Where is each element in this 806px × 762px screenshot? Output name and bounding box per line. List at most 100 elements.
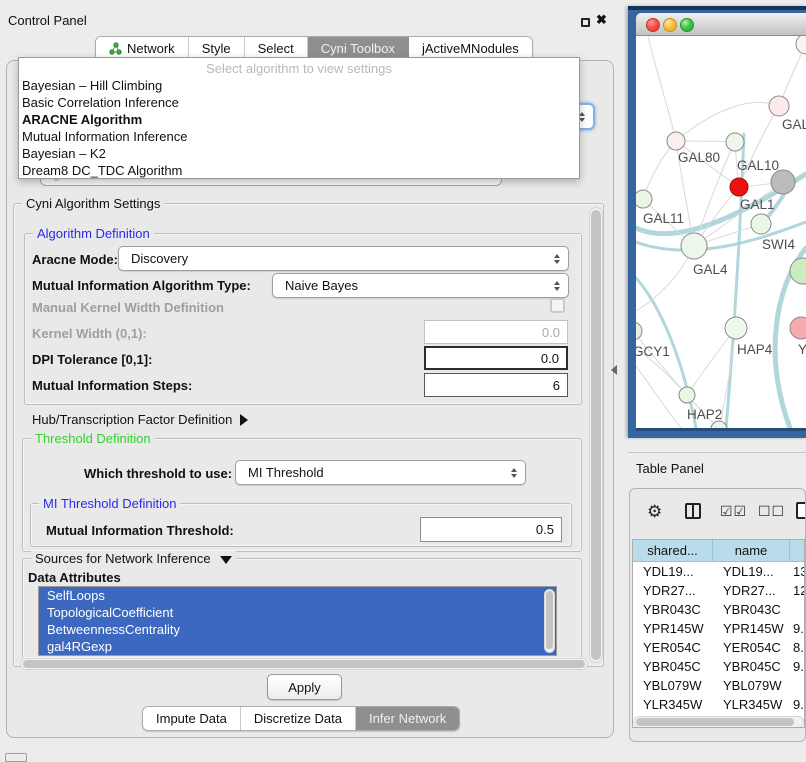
node-label: GCY1 bbox=[636, 344, 670, 359]
network-node[interactable] bbox=[636, 190, 652, 208]
node-label: Y bbox=[798, 342, 806, 357]
table-cell: YDR27... bbox=[633, 581, 713, 600]
table-cell bbox=[790, 600, 805, 619]
inference-algorithm-combo-fragment[interactable] bbox=[578, 103, 595, 130]
column-header-a[interactable]: A bbox=[790, 540, 805, 561]
table-cell: 9. bbox=[790, 695, 805, 714]
table-row[interactable]: YLR345WYLR345W9. bbox=[633, 695, 805, 714]
network-node[interactable] bbox=[751, 214, 771, 234]
unchecked-pair-icon[interactable]: ☐☐ bbox=[758, 503, 785, 520]
algorithm-combo-placeholder: Select algorithm to view settings bbox=[19, 60, 579, 77]
algorithm-option-bayesian-k2[interactable]: Bayesian – K2 bbox=[19, 145, 579, 162]
tab-label: Select bbox=[258, 41, 294, 56]
settings-horizontal-scrollbar[interactable] bbox=[20, 658, 588, 670]
table-row[interactable]: YBR043CYBR043C bbox=[633, 600, 805, 619]
hub-definition-toggle[interactable]: Hub/Transcription Factor Definition bbox=[32, 412, 248, 427]
mi-steps-field[interactable]: 6 bbox=[424, 373, 568, 397]
mi-threshold-field[interactable]: 0.5 bbox=[420, 517, 562, 542]
network-node[interactable] bbox=[679, 387, 695, 403]
network-node[interactable] bbox=[769, 96, 789, 116]
cyni-bottom-tabbar: Impute DataDiscretize Data Infer Network bbox=[142, 706, 460, 731]
minimize-window-icon[interactable] bbox=[663, 18, 677, 32]
column-header-name[interactable]: name bbox=[713, 540, 790, 561]
canvas-bottom-shadow bbox=[636, 428, 806, 431]
table-row[interactable]: YDL19...YDL19...13 bbox=[633, 562, 805, 581]
network-node[interactable] bbox=[790, 317, 806, 339]
algorithm-option-dream8-dc-tdc-algorithm[interactable]: Dream8 DC_TDC Algorithm bbox=[19, 162, 579, 179]
attribute-list-scrollbar-thumb[interactable] bbox=[546, 591, 553, 649]
network-node[interactable] bbox=[636, 322, 642, 340]
checked-pair-icon[interactable]: ☑☑ bbox=[720, 503, 747, 520]
which-threshold-combo[interactable]: MI Threshold bbox=[235, 460, 526, 485]
network-edge bbox=[643, 141, 676, 199]
network-node[interactable] bbox=[711, 421, 727, 428]
network-node[interactable] bbox=[667, 132, 685, 150]
mi-algorithm-type-label: Mutual Information Algorithm Type: bbox=[32, 278, 251, 293]
attribute-list-scrollbar[interactable] bbox=[544, 589, 555, 653]
aracne-mode-value: Discovery bbox=[131, 251, 188, 266]
network-node[interactable] bbox=[796, 36, 806, 54]
network-edge bbox=[648, 36, 676, 141]
table-cell: YDL19... bbox=[633, 562, 713, 581]
threshold-definition-title: Threshold Definition bbox=[31, 431, 155, 447]
close-panel-icon[interactable]: ✖ bbox=[596, 12, 607, 28]
data-attributes-list[interactable]: SelfLoopsTopologicalCoefficientBetweenne… bbox=[38, 586, 557, 656]
network-node[interactable] bbox=[790, 258, 806, 284]
table-cell: YBR043C bbox=[713, 600, 790, 619]
mi-algorithm-type-combo[interactable]: Naive Bayes bbox=[272, 273, 569, 298]
network-icon bbox=[109, 42, 122, 55]
table-row[interactable]: YBL079WYBL079W bbox=[633, 676, 805, 695]
network-node[interactable] bbox=[726, 133, 744, 151]
split-columns-icon[interactable] bbox=[685, 503, 701, 519]
data-attribute-betweennesscentrality[interactable]: BetweennessCentrality bbox=[39, 621, 556, 638]
tab-impute-data[interactable]: Impute Data bbox=[143, 707, 241, 730]
column-header-shared[interactable]: shared... bbox=[633, 540, 713, 561]
network-node[interactable] bbox=[771, 170, 795, 194]
sources-group-title[interactable]: Sources for Network Inference bbox=[31, 551, 236, 567]
settings-vertical-scrollbar[interactable] bbox=[589, 207, 603, 663]
table-row[interactable]: YER054CYER054C8. bbox=[633, 638, 805, 657]
tab-infer-network[interactable]: Infer Network bbox=[356, 707, 459, 730]
aracne-mode-combo[interactable]: Discovery bbox=[118, 246, 569, 271]
collapsed-arrow-icon bbox=[240, 414, 248, 426]
settings-vertical-scrollbar-thumb[interactable] bbox=[591, 210, 601, 660]
table-cell: YBR045C bbox=[713, 657, 790, 676]
algorithm-option-basic-correlation-inference[interactable]: Basic Correlation Inference bbox=[19, 94, 579, 111]
network-node[interactable] bbox=[730, 178, 748, 196]
settings-horizontal-scrollbar-thumb[interactable] bbox=[23, 660, 585, 668]
network-canvas[interactable]: GAL80GAL10GAL1GAL11SWI4GAL4GCY1HAP4YHAP2… bbox=[636, 36, 806, 428]
zoom-window-icon[interactable] bbox=[680, 18, 694, 32]
network-node[interactable] bbox=[681, 233, 707, 259]
table-horizontal-scrollbar-thumb[interactable] bbox=[636, 718, 794, 726]
data-attribute-topologicalcoefficient[interactable]: TopologicalCoefficient bbox=[39, 604, 556, 621]
network-window-titlebar[interactable] bbox=[636, 13, 806, 36]
minimized-panel-button[interactable] bbox=[5, 753, 27, 762]
table-cell: YDR27... bbox=[713, 581, 790, 600]
algorithm-option-mutual-information-inference[interactable]: Mutual Information Inference bbox=[19, 128, 579, 145]
table-row[interactable]: YBR045CYBR045C9. bbox=[633, 657, 805, 676]
data-attribute-gal4rgexp[interactable]: gal4RGexp bbox=[39, 638, 556, 655]
table-cell: YLR345W bbox=[633, 695, 713, 714]
gear-icon[interactable]: ⚙ bbox=[647, 503, 662, 520]
apply-button[interactable]: Apply bbox=[267, 674, 342, 700]
dpi-tolerance-field[interactable]: 0.0 bbox=[424, 346, 568, 370]
algorithm-option-aracne-algorithm[interactable]: ARACNE Algorithm bbox=[19, 111, 579, 128]
kernel-width-field[interactable]: 0.0 bbox=[424, 320, 568, 344]
tab-label: Infer Network bbox=[369, 711, 446, 726]
splitter-handle[interactable] bbox=[611, 365, 617, 375]
table-header-row: shared...nameA bbox=[633, 540, 805, 562]
table-panel-title: Table Panel bbox=[636, 461, 704, 476]
float-panel-icon[interactable] bbox=[581, 18, 590, 27]
table-row[interactable]: YPR145WYPR145W9. bbox=[633, 619, 805, 638]
table-horizontal-scrollbar[interactable] bbox=[633, 716, 804, 728]
table-row[interactable]: YDR27...YDR27...12 bbox=[633, 581, 805, 600]
algorithm-option-bayesian-hill-climbing[interactable]: Bayesian – Hill Climbing bbox=[19, 77, 579, 94]
manual-kernel-checkbox[interactable] bbox=[550, 298, 565, 313]
tab-discretize-data[interactable]: Discretize Data bbox=[241, 707, 356, 730]
data-attribute-selfloops[interactable]: SelfLoops bbox=[39, 587, 556, 604]
sources-group-title-text: Sources for Network Inference bbox=[35, 551, 211, 566]
close-window-icon[interactable] bbox=[646, 18, 660, 32]
network-node[interactable] bbox=[725, 317, 747, 339]
partial-page-icon[interactable] bbox=[796, 502, 806, 519]
tab-label: jActiveMNodules bbox=[422, 41, 519, 56]
